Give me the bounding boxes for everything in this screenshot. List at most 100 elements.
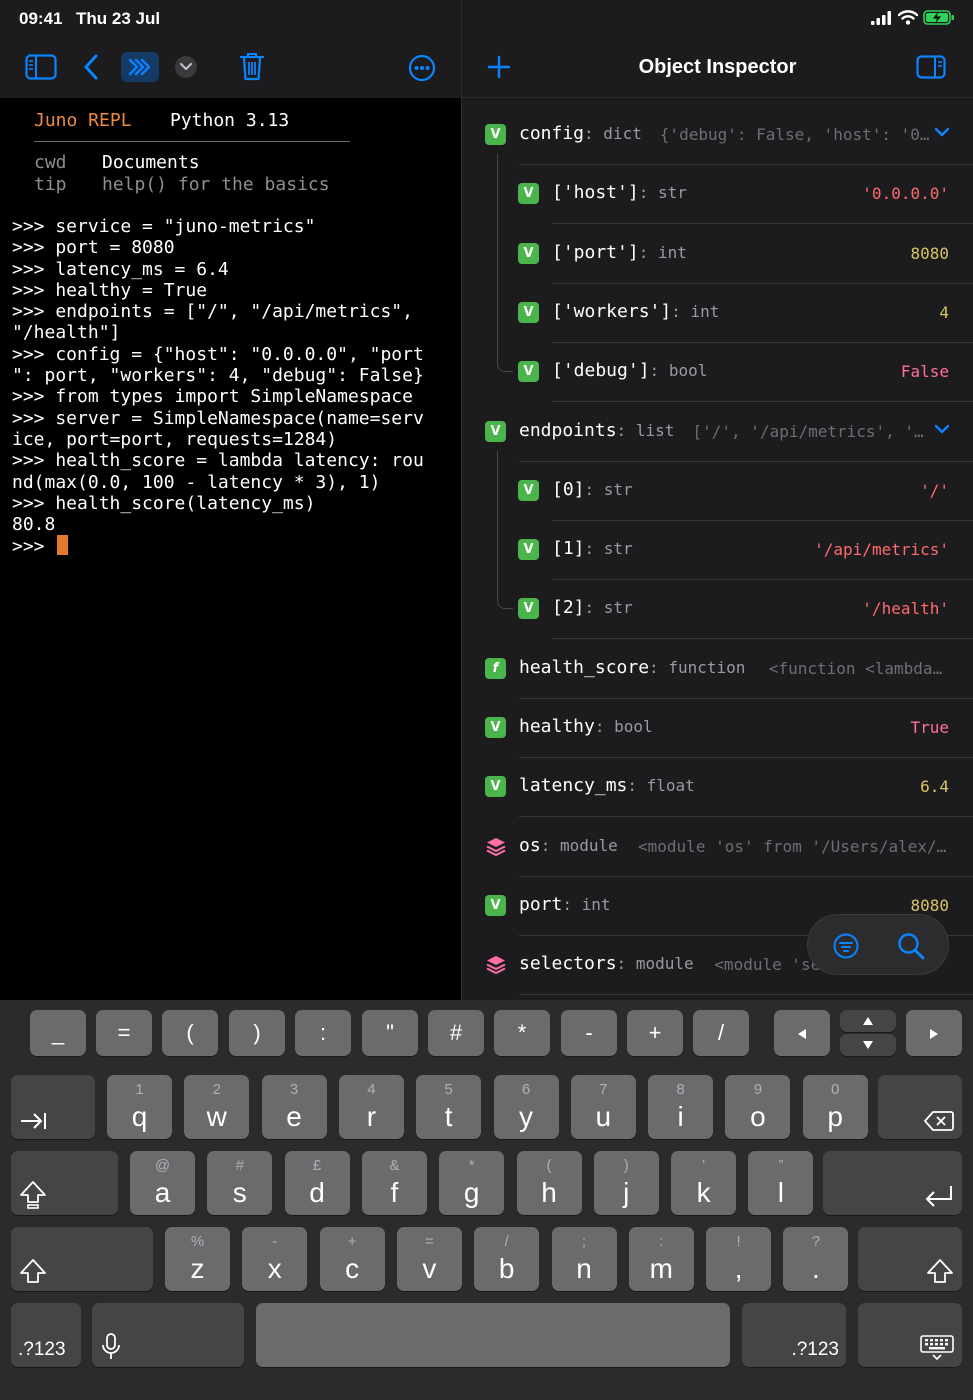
inspector-row[interactable]: Vconfig: dict {'debug': False, 'host': '0… (462, 106, 973, 165)
search-icon[interactable] (896, 931, 926, 961)
symbol-key[interactable]: ( (162, 1010, 218, 1056)
inspector-row[interactable]: Vlatency_ms: float 6.4 (462, 758, 973, 818)
tab-key[interactable] (11, 1075, 95, 1139)
caps-lock-key[interactable] (11, 1151, 118, 1215)
inspector-row[interactable]: os: module <module 'os' from '/Users/alex… (462, 818, 973, 877)
shift-right-key[interactable] (858, 1227, 962, 1291)
symbol-key[interactable]: / (693, 1010, 749, 1056)
symbol-key[interactable]: = (96, 1010, 152, 1056)
key-secondary: * (468, 1157, 475, 1174)
inspector-child-row[interactable]: V ['workers']: int 4 (462, 284, 973, 343)
letter-key[interactable]: 7u (570, 1075, 636, 1139)
letter-key[interactable]: ?. (783, 1227, 849, 1291)
var-name: os (519, 834, 541, 856)
inspector-child-row[interactable]: V ['debug']: bool False (462, 343, 973, 403)
run-forward-icon[interactable] (121, 52, 159, 82)
return-key[interactable] (823, 1151, 962, 1215)
delete-key[interactable] (878, 1075, 962, 1139)
value-badge-icon: V (518, 242, 539, 264)
chevron-down-icon[interactable] (935, 127, 949, 137)
key-secondary: 6 (521, 1081, 531, 1098)
letter-key[interactable]: 8i (648, 1075, 714, 1139)
chevron-down-icon[interactable] (935, 424, 949, 434)
key-secondary: 4 (367, 1081, 376, 1098)
right-arrow-key[interactable] (906, 1010, 962, 1056)
symbol-key[interactable]: : (295, 1010, 351, 1056)
dictation-key[interactable] (92, 1303, 244, 1367)
letter-key[interactable]: = v (396, 1227, 462, 1291)
letter-key[interactable]: 3e (261, 1075, 327, 1139)
letter-key[interactable]: -x (242, 1227, 308, 1291)
value-badge-icon: V (485, 717, 506, 738)
var-name: [0] (552, 478, 585, 500)
letter-key[interactable]: & f (361, 1151, 427, 1215)
letter-key[interactable]: 1q (107, 1075, 172, 1139)
inspector-child-row[interactable]: V [1]: str '/api/metrics' (462, 521, 973, 581)
letter-key[interactable]: :m (628, 1227, 694, 1291)
symbol-key[interactable]: " (362, 1010, 418, 1056)
letter-key[interactable]: + c (319, 1227, 385, 1291)
letter-key[interactable]: 2w (184, 1075, 250, 1139)
down-arrow-key[interactable] (840, 1034, 896, 1056)
var-type: module (559, 835, 618, 855)
more-icon[interactable] (407, 53, 437, 83)
space-key[interactable] (256, 1303, 730, 1367)
letter-key[interactable]: @ a (130, 1151, 195, 1215)
shift-left-key[interactable] (11, 1227, 153, 1291)
inspector-row[interactable]: f health_score: function <function <lambda… (462, 640, 973, 699)
numbers-key-left[interactable]: .?123 (11, 1303, 81, 1367)
letter-key[interactable]: (h (516, 1151, 582, 1215)
inspector-row[interactable]: Vhealthy: bool True (462, 699, 973, 758)
letter-key[interactable]: !, (706, 1227, 772, 1291)
var-value: '/health' (862, 599, 949, 619)
console-prompt[interactable]: >>> (12, 535, 452, 557)
letter-key[interactable]: * g (439, 1151, 505, 1215)
inspector-child-row[interactable]: V [0]: str '/' (462, 462, 973, 521)
inspector-child-row[interactable]: V [2]: str '/health' (462, 580, 973, 640)
symbol-key[interactable]: + (627, 1010, 683, 1056)
symbol-key[interactable]: - (561, 1010, 617, 1056)
module-stack-icon (486, 956, 506, 975)
inspector-child-row[interactable]: V ['port']: int 8080 (462, 225, 973, 284)
letter-key[interactable]: / b (474, 1227, 540, 1291)
var-preview: <function <lambda>… (768, 658, 949, 678)
key-secondary: 9 (753, 1081, 763, 1098)
letter-key[interactable]: ; n (551, 1227, 617, 1291)
letter-key[interactable]: 4r (338, 1075, 404, 1139)
inspector-toggle-icon[interactable] (915, 54, 947, 80)
letter-key[interactable]: % z (165, 1227, 230, 1291)
left-arrow-key[interactable] (774, 1010, 830, 1056)
colon: : (540, 835, 560, 855)
sidebar-toggle-icon[interactable] (24, 52, 58, 82)
chevron-down-icon[interactable] (175, 56, 197, 78)
symbol-key[interactable]: ) (229, 1010, 285, 1056)
symbol-key[interactable]: * (494, 1010, 550, 1056)
hide-keyboard-key[interactable] (858, 1303, 962, 1367)
letter-key[interactable]: # s (207, 1151, 273, 1215)
inspector-child-row[interactable]: V ['host']: str '0.0.0.0' (462, 165, 973, 225)
key-secondary: # (235, 1157, 244, 1174)
letter-key[interactable]: 0p (802, 1075, 868, 1139)
trash-icon[interactable] (238, 50, 266, 82)
letter-key[interactable]: 5t (416, 1075, 482, 1139)
letter-key[interactable]: ) j (593, 1151, 659, 1215)
letter-key[interactable]: 6y (493, 1075, 559, 1139)
letter-key[interactable]: ’ k (671, 1151, 737, 1215)
back-chevron-icon[interactable] (80, 52, 102, 82)
console-output[interactable]: >>> service = "juno-metrics" >>> port = 8… (12, 216, 452, 558)
key-secondary: % (190, 1233, 205, 1250)
console-line: ": port, "workers": 4, "debug": False} (12, 365, 424, 387)
letter-key[interactable]: £ d (284, 1151, 350, 1215)
letter-key[interactable]: 9o (725, 1075, 791, 1139)
key-secondary: 8 (676, 1081, 685, 1098)
numbers-key-right[interactable]: .?123 (742, 1303, 846, 1367)
up-arrow-key[interactable] (840, 1010, 896, 1032)
inspector-row[interactable]: Vendpoints: list ['/', '/api/metrics', '… (462, 403, 973, 462)
symbol-key[interactable]: # (428, 1010, 484, 1056)
symbol-key[interactable]: _ (30, 1010, 86, 1056)
letter-key[interactable]: ” l (748, 1151, 814, 1215)
key-secondary: 1 (135, 1081, 144, 1098)
key-primary: c (345, 1253, 360, 1284)
filter-icon[interactable] (832, 932, 860, 960)
colon: : (638, 183, 658, 203)
